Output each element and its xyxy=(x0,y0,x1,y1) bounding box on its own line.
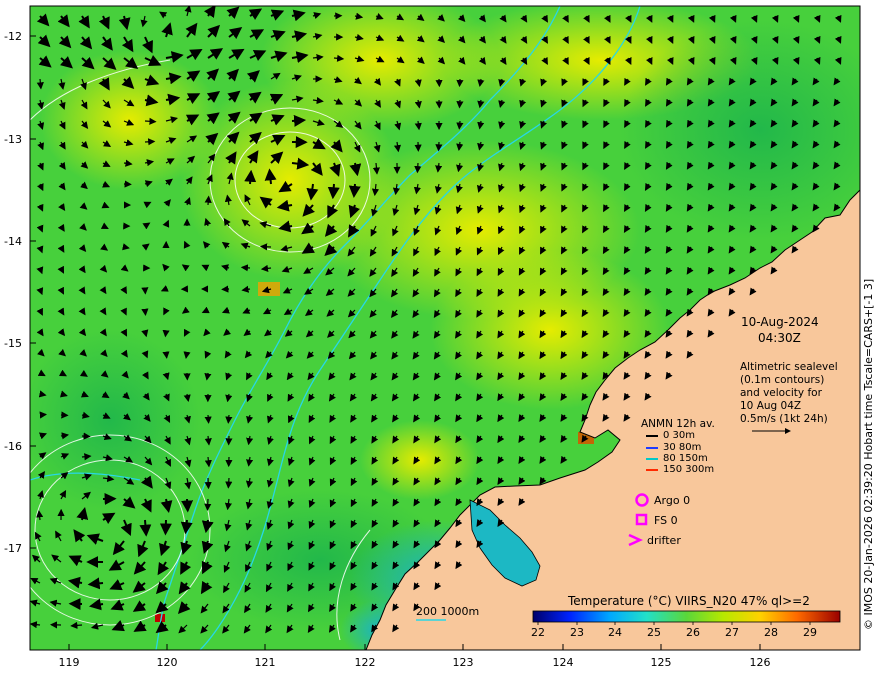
colorbar-tick-label: 23 xyxy=(570,626,584,639)
description-line: 0.5m/s (1kt 24h) xyxy=(740,413,828,425)
lat-tick-label: -12 xyxy=(4,30,22,43)
velocity-arrow xyxy=(228,415,229,423)
velocity-arrow xyxy=(354,184,355,196)
velocity-arrow xyxy=(187,499,188,511)
lon-tick-label: 120 xyxy=(157,656,178,669)
lon-tick-label: 123 xyxy=(453,656,474,669)
velocity-arrow xyxy=(292,120,304,121)
description-line: 10 Aug 04Z xyxy=(740,400,801,412)
velocity-arrow xyxy=(166,352,167,358)
anmn-legend-label: 80 150m xyxy=(663,453,708,464)
lon-tick-label: 125 xyxy=(651,656,672,669)
velocity-arrow xyxy=(242,267,250,268)
map-plot-area xyxy=(10,0,880,660)
lat-tick-label: -17 xyxy=(4,542,22,555)
anmn-legend-label: 0 30m xyxy=(663,430,695,441)
description-line: (0.1m contours) xyxy=(740,374,824,386)
colorbar-tick-label: 29 xyxy=(803,626,817,639)
velocity-arrow xyxy=(165,331,166,336)
velocity-arrow xyxy=(145,310,146,315)
description-line: and velocity for xyxy=(740,387,822,399)
velocity-arrow xyxy=(208,415,209,423)
velocity-arrow xyxy=(250,172,251,184)
velocity-arrow xyxy=(459,100,460,107)
date-label: 10-Aug-2024 xyxy=(741,315,819,329)
velocity-arrow xyxy=(82,436,90,437)
lon-tick-label: 126 xyxy=(750,656,771,669)
colorbar-tick-label: 24 xyxy=(608,626,622,639)
lon-tick-label: 122 xyxy=(355,656,376,669)
velocity-arrow xyxy=(90,583,103,584)
anmn-legend-label: 30 80m xyxy=(663,442,701,453)
velocity-arrow xyxy=(145,121,155,122)
marker-label-argo: Argo 0 xyxy=(654,494,690,507)
description-line: Altimetric sealevel xyxy=(740,361,838,373)
time-label: 04:30Z xyxy=(758,331,801,345)
lat-tick-label: -16 xyxy=(4,440,22,453)
colorbar-tick-label: 22 xyxy=(531,626,545,639)
anmn-legend-label: 150 300m xyxy=(663,464,714,475)
colorbar-tick-label: 26 xyxy=(686,626,700,639)
credit-text: © IMOS 20-Jan-2026 02:39:20 Hobart time … xyxy=(862,30,875,630)
sea-temperature-map: -12 -13 -14 -15 -16 -17 119 120 121 122 … xyxy=(0,0,880,680)
velocity-arrow xyxy=(165,520,166,533)
velocity-arrow xyxy=(228,478,229,488)
colorbar-title: Temperature (°C) VIIRS_N20 47% ql>=2 xyxy=(568,594,810,608)
velocity-arrow xyxy=(417,163,418,172)
marker-label-fs: FS 0 xyxy=(654,514,678,527)
colorbar-tick-label: 28 xyxy=(764,626,778,639)
velocity-arrow xyxy=(145,141,154,142)
map-canvas xyxy=(0,0,880,680)
anmn-title: ANMN 12h av. xyxy=(641,418,715,430)
velocity-arrow xyxy=(208,197,209,205)
lat-tick-label: -15 xyxy=(4,337,22,350)
colorbar-tick-label: 25 xyxy=(647,626,661,639)
colorbar xyxy=(533,611,840,622)
velocity-arrow xyxy=(459,121,460,129)
velocity-arrow xyxy=(207,499,208,510)
velocity-arrow xyxy=(333,184,334,197)
lat-tick-label: -14 xyxy=(4,235,22,248)
velocity-arrow xyxy=(186,520,187,532)
velocity-arrow xyxy=(82,456,90,457)
lon-tick-label: 119 xyxy=(59,656,80,669)
lon-tick-label: 121 xyxy=(255,656,276,669)
lat-tick-label: -13 xyxy=(4,133,22,146)
lon-tick-label: 124 xyxy=(553,656,574,669)
isobath-legend-label: 200 1000m xyxy=(416,605,479,618)
velocity-arrow xyxy=(270,170,271,184)
colorbar-tick-label: 27 xyxy=(725,626,739,639)
velocity-arrow xyxy=(261,246,271,247)
velocity-arrow xyxy=(145,520,146,535)
marker-label-drifter: drifter xyxy=(647,534,681,547)
